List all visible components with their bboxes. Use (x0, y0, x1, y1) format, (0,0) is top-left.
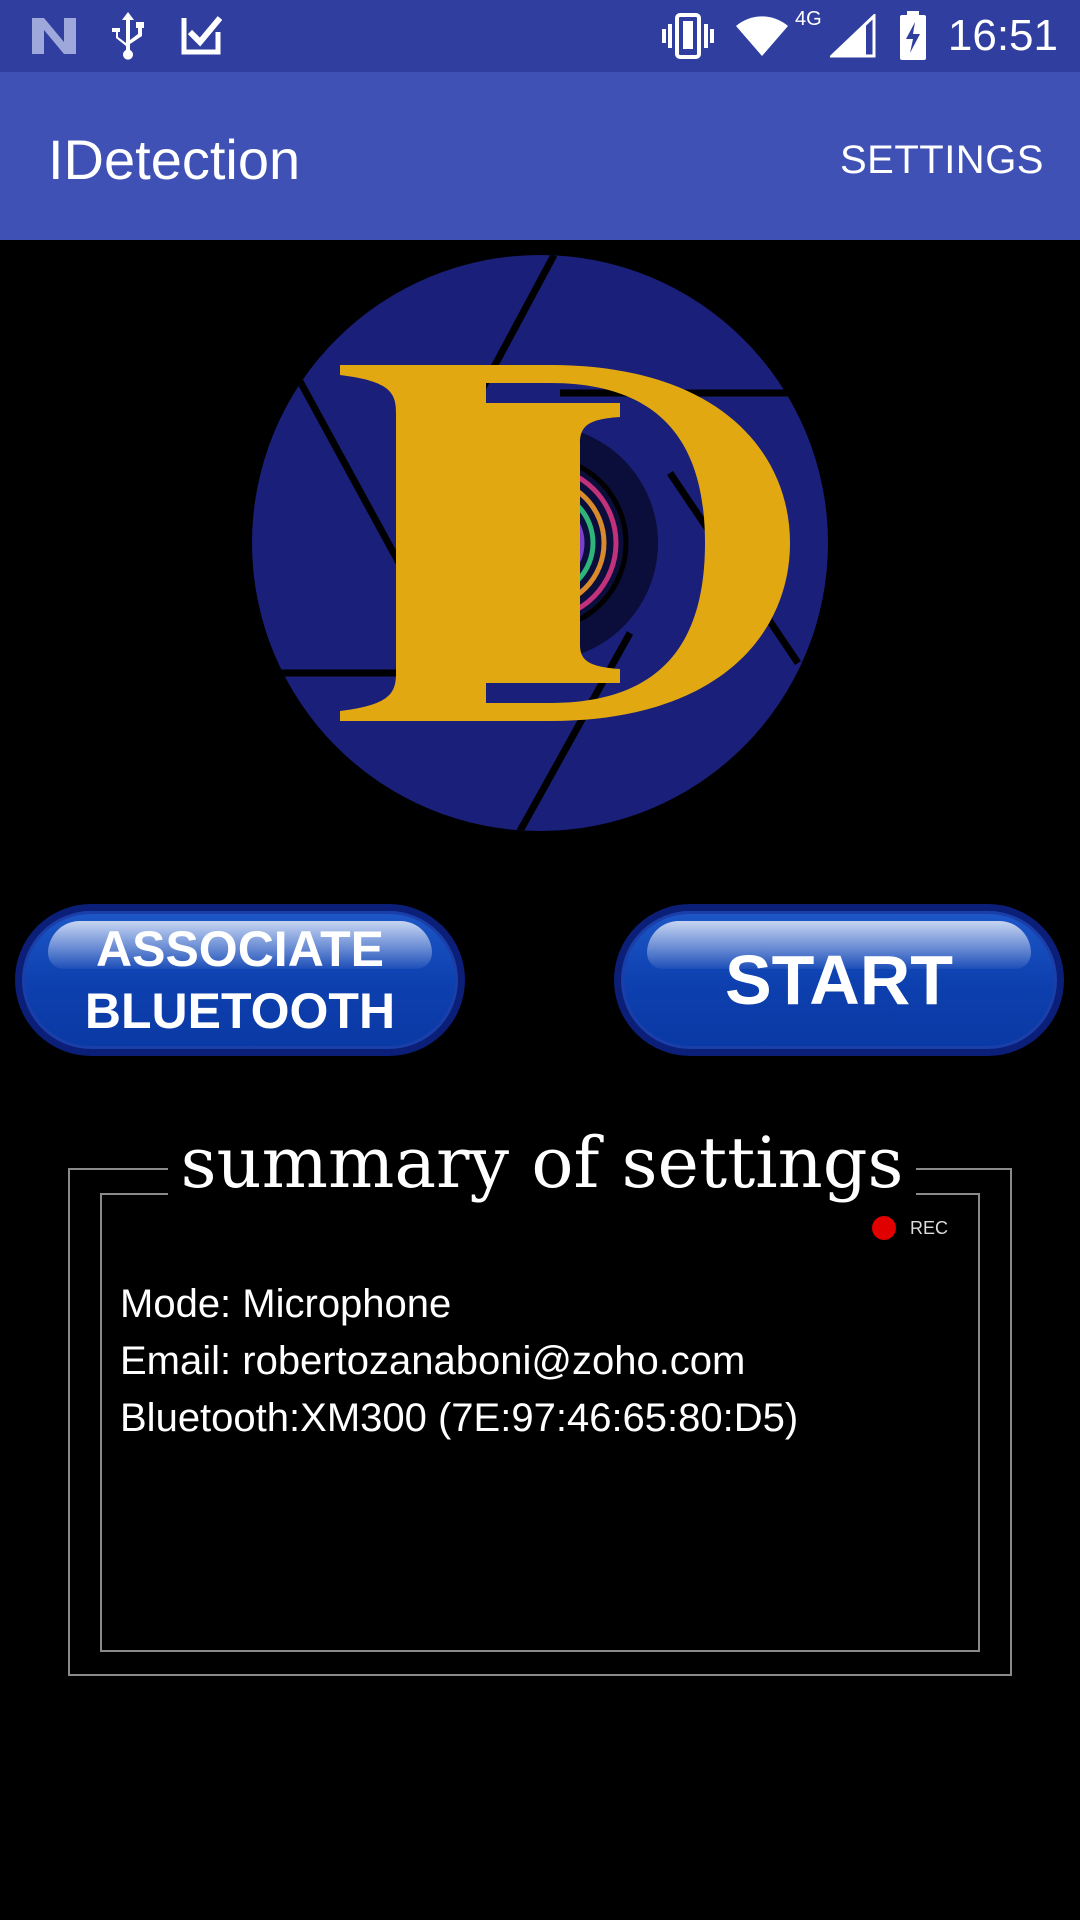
status-bar: 4G 16:51 (0, 0, 1080, 72)
vibrate-icon (662, 13, 714, 59)
associate-bluetooth-button[interactable]: ASSOCIATE BLUETOOTH (15, 904, 465, 1056)
wifi-icon (736, 16, 788, 56)
rec-indicator-icon (872, 1216, 896, 1240)
rec-label: REC (910, 1218, 949, 1238)
associate-bluetooth-label: ASSOCIATE BLUETOOTH (84, 921, 396, 1039)
start-button[interactable]: START (614, 904, 1064, 1056)
network-type-label: 4G (795, 8, 822, 30)
app-logo (252, 255, 828, 831)
start-label: START (724, 941, 954, 1019)
summary-mode-line: Mode: Microphone (120, 1282, 452, 1326)
n-logo-icon (32, 18, 76, 54)
clock-time: 16:51 (947, 11, 1058, 60)
task-check-icon (181, 16, 222, 55)
cell-signal-icon (830, 14, 876, 58)
app-bar: IDetection SETTINGS (0, 72, 1080, 240)
usb-icon (112, 12, 144, 60)
settings-button[interactable]: SETTINGS (840, 134, 1044, 186)
summary-email-line: Email: robertozanaboni@zoho.com (120, 1339, 746, 1383)
summary-bluetooth-line: Bluetooth:XM300 (7E:97:46:65:80:D5) (120, 1396, 799, 1440)
summary-title: summary of settings (168, 1122, 916, 1204)
summary-text: Mode: Microphone Email: robertozanaboni@… (120, 1276, 798, 1447)
app-title: IDetection (48, 128, 301, 191)
battery-charging-icon (900, 11, 926, 60)
